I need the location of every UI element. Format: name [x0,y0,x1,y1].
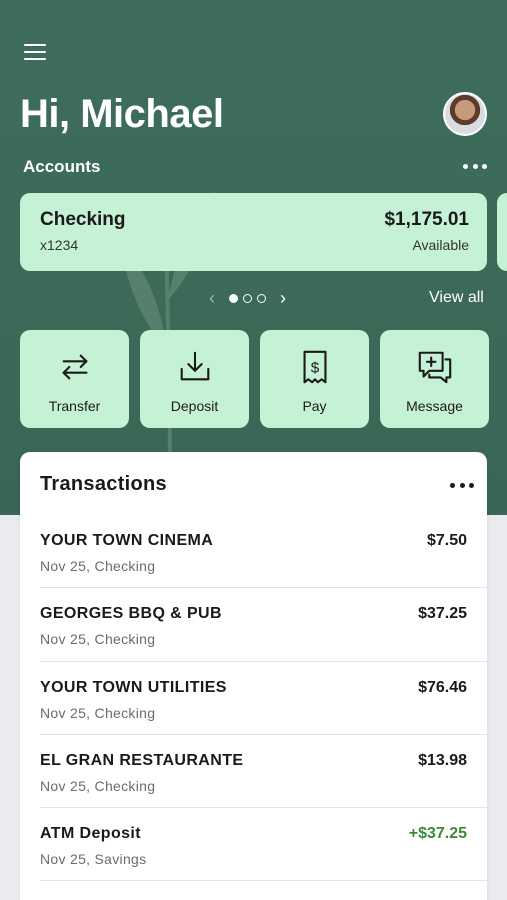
account-card-checking[interactable]: Checking x1234 $1,175.01 Available [20,193,487,271]
transaction-meta: Nov 25, Checking [40,558,156,574]
account-number: x1234 [40,237,79,253]
transaction-amount: $7.50 [426,532,467,549]
transactions-panel: Transactions YOUR TOWN CINEMA Nov 25, Ch… [20,452,487,900]
account-balance-label: Available [412,237,469,253]
transaction-meta: Nov 25, Checking [40,704,156,721]
message-icon [418,351,451,384]
next-account-card-peek[interactable] [497,193,507,271]
transactions-more-icon[interactable] [450,481,474,489]
transaction-merchant: YOUR TOWN CINEMA [40,532,214,549]
transaction-meta: Nov 25, Checking [40,631,156,648]
transaction-meta: Nov 25, Savings [40,851,147,868]
transaction-merchant: YOUR TOWN UTILITIES [40,678,227,696]
pager-dot[interactable] [243,293,252,303]
accounts-label: Accounts [23,157,101,176]
transfer-icon [62,354,87,380]
chevron-left-icon[interactable]: ‹ [205,288,219,309]
deposit-icon [180,351,209,381]
transaction-amount: $37.25 [418,605,467,623]
transaction-row[interactable]: YOUR TOWN CINEMA Nov 25, Checking $7.50 [40,515,487,589]
deposit-button[interactable]: Deposit [140,330,249,428]
account-pager: ‹ › [205,288,290,308]
svg-text:$: $ [310,360,319,377]
pager-dot[interactable] [229,293,238,303]
view-all-link[interactable]: View all [429,289,484,307]
transactions-title: Transactions [40,473,167,495]
transaction-amount: $13.98 [418,751,467,769]
pay-icon: $ [303,350,326,384]
transfer-button[interactable]: Transfer [20,330,129,428]
transaction-meta: Nov 25, Checking [40,777,156,794]
transaction-row[interactable]: ATM Deposit Nov 25, Savings +$37.25 [40,808,487,882]
pay-button[interactable]: $ Pay [260,330,369,428]
pay-label: Pay [302,398,327,414]
accounts-more-icon[interactable] [463,162,487,170]
transaction-amount: +$37.25 [408,825,467,843]
transaction-merchant: GEORGES BBQ & PUB [40,605,222,623]
greeting-title: Hi, Michael [20,92,224,136]
quick-actions: Transfer Deposit $ Pay Message [20,330,489,428]
avatar[interactable] [443,92,487,136]
transaction-row[interactable]: GEORGES BBQ & PUB Nov 25, Checking $37.2… [40,588,487,662]
account-balance: $1,175.01 [384,209,469,230]
message-label: Message [406,398,463,414]
transaction-amount: $76.46 [418,678,467,696]
transaction-merchant: ATM Deposit [40,825,141,843]
transfer-label: Transfer [48,398,101,414]
chevron-right-icon[interactable]: › [276,288,290,309]
deposit-label: Deposit [170,398,219,414]
pager-dot[interactable] [257,293,266,303]
account-name: Checking [40,209,126,230]
transaction-merchant: EL GRAN RESTAURANTE [40,751,244,769]
hamburger-menu-icon[interactable] [24,44,46,64]
transactions-list: YOUR TOWN CINEMA Nov 25, Checking $7.50 … [20,515,487,882]
transaction-row[interactable]: YOUR TOWN UTILITIES Nov 25, Checking $76… [40,662,487,735]
message-button[interactable]: Message [380,330,489,428]
transaction-row[interactable]: EL GRAN RESTAURANTE Nov 25, Checking $13… [40,735,487,809]
pager-dots [229,293,266,303]
